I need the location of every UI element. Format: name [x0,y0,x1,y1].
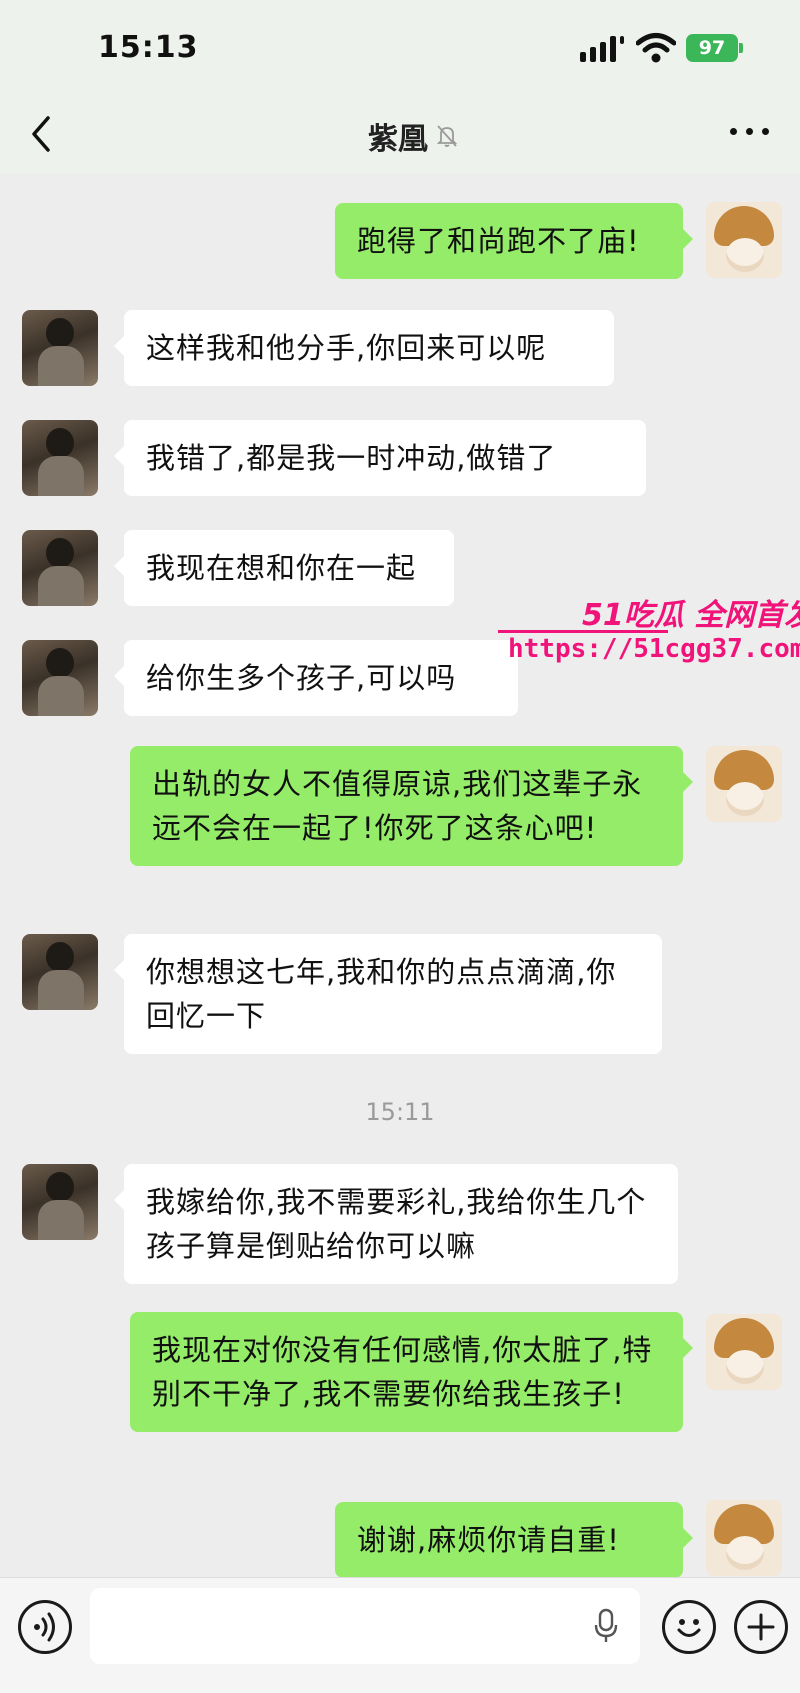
emoji-icon[interactable] [662,1600,716,1654]
message-bubble-incoming[interactable]: 我嫁给你,我不需要彩礼,我给你生几个孩子算是倒贴给你可以嘛 [114,1164,678,1284]
watermark-url: https://51cgg37.com [508,634,800,664]
avatar[interactable] [22,420,98,496]
chat-title-group: 紫凰 [368,114,460,158]
avatar[interactable] [706,202,782,278]
input-bar [0,1577,800,1693]
back-icon[interactable] [26,112,56,156]
status-bar: 15:13 97 [0,0,800,96]
message-bubble-incoming[interactable]: 这样我和他分手,你回来可以呢 [114,310,614,386]
message-bubble-incoming[interactable]: 给你生多个孩子,可以吗 [114,640,518,716]
message-bubble-incoming[interactable]: 我错了,都是我一时冲动,做错了 [114,420,646,496]
chat-title: 紫凰 [368,122,428,157]
avatar[interactable] [22,934,98,1010]
status-time: 15:13 [98,30,199,65]
avatar[interactable] [22,310,98,386]
watermark-brand: 51吃瓜 全网首发 [582,598,800,633]
avatar[interactable] [22,1164,98,1240]
wifi-icon [636,33,676,63]
avatar[interactable] [706,746,782,822]
watermark: 51吃瓜 全网首发 https://51cgg37.com [498,590,800,680]
chat-header: 紫凰 [0,96,800,174]
message-bubble-outgoing[interactable]: 跑得了和尚跑不了庙! [335,203,693,279]
message-input[interactable] [90,1588,640,1664]
mic-icon[interactable] [594,1608,618,1644]
avatar[interactable] [22,640,98,716]
voice-icon[interactable] [18,1600,72,1654]
more-icon[interactable] [728,122,772,142]
plus-icon[interactable] [734,1600,788,1654]
message-bubble-incoming[interactable]: 我现在想和你在一起 [114,530,454,606]
message-timestamp: 15:11 [365,1098,435,1126]
signal-icon [580,36,624,62]
message-bubble-outgoing[interactable]: 我现在对你没有任何感情,你太脏了,特别不干净了,我不需要你给我生孩子! [130,1312,693,1432]
watermark-divider [498,630,668,633]
battery-icon: 97 [686,34,743,62]
avatar[interactable] [706,1314,782,1390]
mute-icon [436,125,458,147]
avatar[interactable] [706,1500,782,1576]
message-bubble-outgoing[interactable]: 出轨的女人不值得原谅,我们这辈子永远不会在一起了!你死了这条心吧! [130,746,693,866]
message-bubble-outgoing[interactable]: 谢谢,麻烦你请自重! [335,1502,693,1578]
message-bubble-incoming[interactable]: 你想想这七年,我和你的点点滴滴,你回忆一下 [114,934,662,1054]
avatar[interactable] [22,530,98,606]
